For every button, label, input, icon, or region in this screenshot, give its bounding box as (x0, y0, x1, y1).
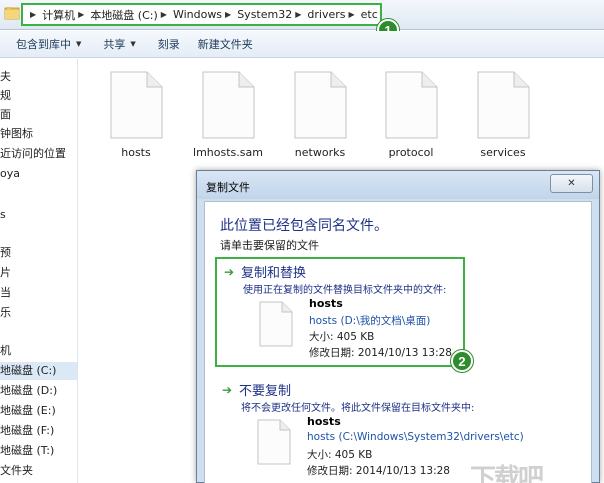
breadcrumb-computer[interactable]: 计算机 (42, 7, 75, 23)
option-title: 复制和替换 (241, 266, 307, 281)
file-item-services[interactable]: services (468, 70, 538, 159)
file-name: hosts (309, 297, 343, 310)
burn-label: 刻录 (157, 38, 180, 51)
dialog-subheading: 请单击要保留的文件 (220, 239, 319, 252)
folder-icon (4, 7, 20, 20)
nav-item[interactable]: 乐 (0, 304, 11, 322)
nav-item-drive-e[interactable]: 地磁盘 (E:) (0, 402, 56, 420)
option-description: 使用正在复制的文件替换目标文件夹中的文件: (243, 285, 447, 296)
file-name: protocol (388, 146, 434, 159)
green-arrow-icon: ➔ (224, 265, 235, 279)
nav-item-drive-c[interactable]: 地磁盘 (C:) (0, 362, 77, 380)
document-icon (385, 71, 438, 139)
file-name: networks (294, 146, 346, 159)
dropdown-arrow-icon: ▼ (76, 40, 82, 48)
dropdown-arrow-icon: ▼ (130, 40, 136, 48)
nav-item[interactable]: 钟图标 (0, 125, 33, 143)
document-icon (202, 71, 255, 139)
nav-item-drive-d[interactable]: 地磁盘 (D:) (0, 382, 57, 400)
file-path: hosts (D:\我的文档\桌面) (309, 315, 431, 327)
breadcrumb-drivers[interactable]: drivers (307, 8, 345, 21)
burn-button[interactable]: 刻录 (144, 36, 188, 52)
breadcrumb-drive-c[interactable]: 本地磁盘 (C:) (90, 7, 157, 23)
file-name: lmhosts.sam (193, 146, 263, 159)
file-name: services (480, 146, 526, 159)
share-label: 共享 (103, 38, 126, 51)
green-arrow-icon: ➔ (222, 383, 233, 397)
share-button[interactable]: 共享 ▼ (89, 36, 143, 52)
breadcrumb-arrow-icon[interactable]: ▶ (225, 10, 231, 19)
document-icon (477, 71, 530, 139)
nav-item[interactable]: 规 (0, 87, 11, 105)
nav-item-drive-t[interactable]: 地磁盘 (T:) (0, 442, 54, 460)
watermark: 下载吧 (470, 464, 544, 483)
nav-item-computer[interactable]: 机 (0, 342, 11, 360)
breadcrumb-arrow-icon[interactable]: ▶ (295, 10, 301, 19)
file-item-hosts[interactable]: hosts (101, 70, 171, 159)
breadcrumb-etc[interactable]: etc (361, 8, 378, 21)
close-icon: ✕ (567, 178, 576, 189)
new-folder-label: 新建文件夹 (197, 38, 253, 51)
option-title: 不要复制 (239, 384, 292, 399)
breadcrumb-windows[interactable]: Windows (173, 8, 222, 21)
dialog-heading: 此位置已经包含同名文件。 (220, 218, 388, 234)
file-size: 大小: 405 KB (309, 331, 375, 343)
nav-item-folder[interactable]: 文件夹 (0, 462, 33, 480)
nav-item[interactable]: 预 (0, 244, 11, 262)
breadcrumb-arrow-icon[interactable]: ▶ (78, 10, 84, 19)
nav-item[interactable]: 夫 (0, 68, 11, 86)
copy-file-dialog: 复制文件 ✕ 此位置已经包含同名文件。 请单击要保留的文件 ➔ 复制和替换 使用… (196, 170, 600, 483)
nav-item[interactable]: s (0, 206, 6, 224)
nav-item[interactable]: 片 (0, 264, 11, 282)
file-path: hosts (C:\Windows\System32\drivers\etc) (307, 431, 524, 443)
breadcrumb-arrow-icon[interactable]: ▶ (30, 10, 36, 19)
address-bar-area: ▶ 计算机 ▶ 本地磁盘 (C:) ▶ Windows ▶ System32 ▶… (0, 0, 604, 30)
file-item-networks[interactable]: networks (285, 70, 355, 159)
file-item-protocol[interactable]: protocol (376, 70, 446, 159)
file-name: hosts (121, 146, 151, 159)
document-icon (110, 71, 163, 139)
breadcrumb-system32[interactable]: System32 (237, 8, 292, 21)
option-description: 将不会更改任何文件。将此文件保留在目标文件夹中: (241, 403, 475, 414)
copy-and-replace-option[interactable]: ➔ 复制和替换 使用正在复制的文件替换目标文件夹中的文件: hosts host… (215, 257, 465, 367)
file-name: hosts (307, 415, 341, 428)
nav-item-drive-f[interactable]: 地磁盘 (F:) (0, 422, 54, 440)
document-icon (257, 419, 291, 465)
dialog-body: 此位置已经包含同名文件。 请单击要保留的文件 ➔ 复制和替换 使用正在复制的文件… (204, 201, 592, 483)
nav-item[interactable]: 面 (0, 106, 11, 124)
breadcrumb-arrow-icon[interactable]: ▶ (161, 10, 167, 19)
navigation-pane: 夫 规 面 钟图标 近访问的位置 oya s 预 片 当 乐 机 地磁盘 (C:… (0, 59, 78, 483)
include-in-library-button[interactable]: 包含到库中 ▼ (0, 36, 89, 52)
file-item-lmhosts[interactable]: lmhosts.sam (193, 70, 263, 159)
file-size: 大小: 405 KB (307, 449, 373, 461)
nav-item[interactable]: 当 (0, 284, 11, 302)
new-folder-button[interactable]: 新建文件夹 (188, 36, 261, 52)
nav-item-recent-places[interactable]: 近访问的位置 (0, 145, 66, 163)
dialog-title: 复制文件 (206, 181, 250, 194)
file-modified-date: 修改日期: 2014/10/13 13:28 (307, 465, 450, 477)
include-in-library-label: 包含到库中 (16, 38, 71, 51)
document-icon (294, 71, 347, 139)
step-2-badge: 2 (451, 350, 473, 372)
dialog-title-bar[interactable]: 复制文件 ✕ (197, 171, 599, 199)
address-bar[interactable]: ▶ 计算机 ▶ 本地磁盘 (C:) ▶ Windows ▶ System32 ▶… (21, 3, 382, 26)
document-icon (259, 301, 293, 347)
file-modified-date: 修改日期: 2014/10/13 13:28 (309, 347, 452, 359)
close-button[interactable]: ✕ (550, 174, 593, 193)
breadcrumb-arrow-icon[interactable]: ▶ (348, 10, 354, 19)
command-toolbar: 包含到库中 ▼ 共享 ▼ 刻录 新建文件夹 (0, 31, 604, 58)
nav-item[interactable]: oya (0, 165, 20, 183)
